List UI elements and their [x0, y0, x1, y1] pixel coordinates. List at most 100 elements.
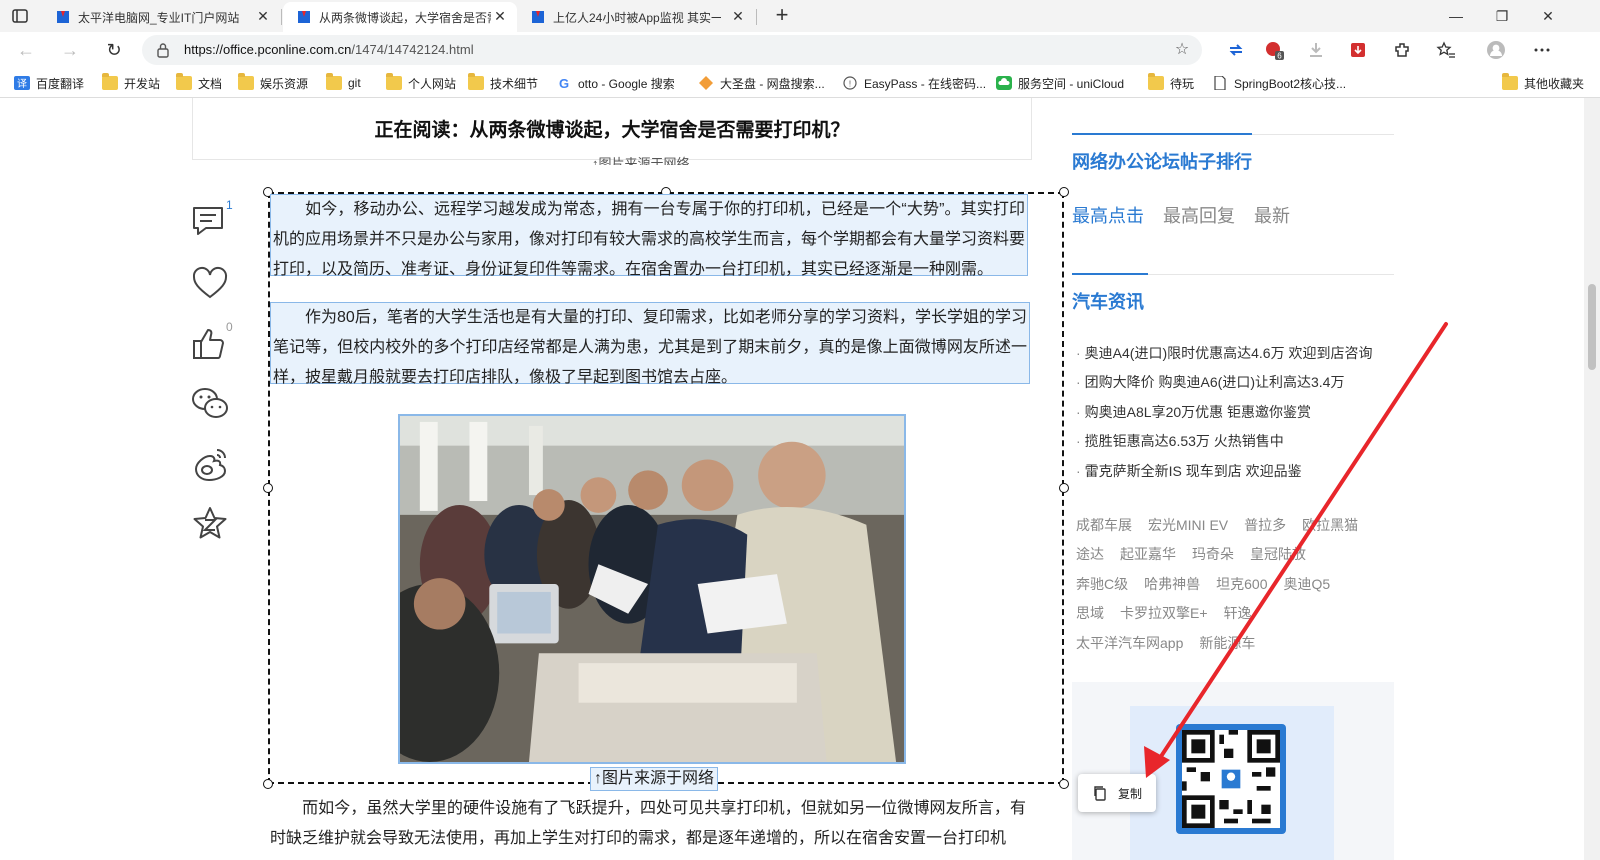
resize-handle-bottom-right[interactable]	[1059, 779, 1069, 789]
download-extension-icon[interactable]	[1306, 40, 1326, 60]
tag-link[interactable]: 新能源车	[1199, 633, 1255, 653]
resize-handle-top-right[interactable]	[1059, 187, 1069, 197]
tag-link[interactable]: 奥迪Q5	[1283, 574, 1330, 594]
favorite-heart-button[interactable]	[190, 264, 234, 308]
tag-link[interactable]: 欧拉黑猫	[1302, 515, 1358, 535]
reading-now-bar: 正在阅读：从两条微博谈起，大学宿舍是否需要打印机？	[192, 98, 1032, 160]
tag-link[interactable]: 坦克600	[1216, 574, 1267, 594]
tag-link[interactable]: 成都车展	[1076, 515, 1132, 535]
tag-row: 思域 卡罗拉双擎E+ 轩逸	[1076, 599, 1396, 629]
bookmark-folder-docs[interactable]: 文档	[176, 73, 222, 92]
bookmarks-bar: 译百度翻译 开发站 文档 娱乐资源 git 个人网站 技术细节 Gotto - …	[0, 68, 1600, 98]
bookmark-label: 百度翻译	[36, 76, 85, 91]
forum-ranking-title: 网络办公论坛帖子排行	[1072, 152, 1252, 172]
tab-most-clicked[interactable]: 最高点击	[1072, 206, 1144, 226]
back-icon[interactable]: ←	[16, 40, 36, 60]
bookmark-label: otto - Google 搜索	[578, 76, 675, 91]
minimize-icon[interactable]: —	[1446, 6, 1466, 26]
bookmark-google-search[interactable]: Gotto - Google 搜索	[556, 74, 675, 92]
tag-link[interactable]: 普拉多	[1244, 515, 1286, 535]
save-extension-icon[interactable]	[1348, 40, 1368, 60]
like-button[interactable]: 0	[190, 320, 234, 368]
sync-extension-icon[interactable]	[1226, 40, 1246, 60]
bookmark-folder-dev[interactable]: 开发站	[102, 73, 160, 92]
resize-handle-left[interactable]	[263, 483, 273, 493]
tag-link[interactable]: 玛奇朵	[1192, 544, 1234, 564]
news-link[interactable]: 雷克萨斯全新IS 现车到店 欢迎品鉴	[1076, 456, 1396, 486]
news-link[interactable]: 购奥迪A8L享20万优惠 钜惠邀你鉴赏	[1076, 397, 1396, 427]
forward-icon[interactable]: →	[60, 40, 80, 60]
scrollbar-thumb[interactable]	[1588, 284, 1596, 370]
tag-link[interactable]: 卡罗拉双擎E+	[1120, 603, 1208, 623]
tag-link[interactable]: 轩逸	[1224, 603, 1252, 623]
pconline-favicon-icon	[298, 11, 310, 23]
tab-latest[interactable]: 最新	[1254, 206, 1290, 226]
bookmark-folder-git[interactable]: git	[326, 73, 361, 92]
resize-handle-right[interactable]	[1059, 483, 1069, 493]
bookmark-folder-tech-details[interactable]: 技术细节	[468, 73, 538, 92]
share-qzone-button[interactable]	[190, 504, 234, 548]
bookmark-springboot[interactable]: SpringBoot2核心技...	[1212, 74, 1346, 92]
tag-link[interactable]: 皇冠陆放	[1250, 544, 1306, 564]
url-text: https://office.pconline.com.cn/1474/1474…	[184, 42, 474, 57]
tab-actions-icon[interactable]	[10, 6, 30, 26]
copy-label: 复制	[1118, 786, 1143, 801]
bookmark-unicloud[interactable]: 服务空间 - uniCloud	[996, 74, 1124, 92]
dashengpan-icon	[699, 76, 713, 90]
tab-most-replied[interactable]: 最高回复	[1163, 206, 1235, 226]
news-link[interactable]: 团购大降价 购奥迪A6(进口)让利高达3.4万	[1076, 368, 1396, 398]
url-path: /1474/14742124.html	[351, 42, 474, 57]
more-menu-icon[interactable]	[1532, 40, 1552, 60]
bookmark-folder-personal-site[interactable]: 个人网站	[386, 73, 456, 92]
tag-link[interactable]: 奔驰C级	[1076, 574, 1128, 594]
web-page: 正在阅读：从两条微博谈起，大学宿舍是否需要打印机？ ↑图片来源于网络 1 0 如…	[0, 98, 1584, 860]
svg-text:!: !	[849, 80, 851, 89]
add-favorite-icon[interactable]: ☆	[1172, 40, 1192, 60]
profile-avatar-icon[interactable]	[1486, 40, 1506, 60]
close-tab-icon[interactable]: ✕	[731, 9, 745, 23]
bookmark-baidu-translate[interactable]: 译百度翻译	[14, 74, 84, 92]
folder-icon	[1148, 73, 1164, 90]
tag-link[interactable]: 思域	[1076, 603, 1104, 623]
tab-app-monitor[interactable]: 上亿人24小时被App监视 其实一直… ✕	[517, 2, 755, 32]
tag-link[interactable]: 途达	[1076, 544, 1104, 564]
copy-button[interactable]: 复制	[1078, 774, 1156, 812]
news-link[interactable]: 奥迪A4(进口)限时优惠高达4.6万 欢迎到店咨询	[1076, 338, 1396, 368]
tag-link[interactable]: 起亚嘉华	[1120, 544, 1176, 564]
address-bar[interactable]: https://office.pconline.com.cn/1474/1474…	[142, 35, 1202, 65]
tag-link[interactable]: 哈弗神兽	[1144, 574, 1200, 594]
refresh-icon[interactable]: ↻	[104, 40, 124, 60]
easypass-icon: !	[843, 76, 857, 90]
page-scrollbar[interactable]	[1584, 98, 1600, 860]
qzone-star-icon	[193, 507, 227, 539]
resize-handle-bottom-left[interactable]	[263, 779, 273, 789]
bookmark-other-favorites[interactable]: 其他收藏夹	[1502, 73, 1584, 92]
tab-article-active[interactable]: 从两条微博谈起，大学宿舍是否需要打印机？ ✕	[283, 2, 517, 32]
folder-icon	[176, 73, 192, 90]
close-window-icon[interactable]: ✕	[1538, 6, 1558, 26]
tab-pconline-home[interactable]: 太平洋电脑网_专业IT门户网站 ✕	[42, 2, 280, 32]
adblock-extension-icon[interactable]: 6	[1264, 40, 1284, 61]
bookmark-folder-to-play[interactable]: 待玩	[1148, 73, 1194, 92]
tag-link[interactable]: 太平洋汽车网app	[1076, 633, 1183, 653]
extensions-icon[interactable]	[1392, 40, 1412, 60]
copy-icon	[1094, 786, 1106, 801]
new-tab-button[interactable]: +	[770, 4, 794, 28]
share-weibo-button[interactable]	[190, 444, 234, 488]
app-qr-promo	[1072, 682, 1394, 860]
folder-icon	[238, 73, 254, 90]
restore-icon[interactable]: ❐	[1492, 6, 1512, 26]
share-wechat-button[interactable]	[190, 384, 234, 428]
bookmark-folder-entertainment[interactable]: 娱乐资源	[238, 73, 308, 92]
bookmark-easypass[interactable]: ! EasyPass - 在线密码...	[842, 74, 986, 92]
close-tab-icon[interactable]: ✕	[256, 9, 270, 23]
close-tab-icon[interactable]: ✕	[493, 9, 507, 23]
thumbs-up-icon	[193, 329, 224, 359]
comment-button[interactable]: 1	[190, 198, 234, 246]
news-link[interactable]: 揽胜钜惠高达6.53万 火热销售中	[1076, 427, 1396, 457]
lock-icon	[157, 43, 169, 58]
favorites-icon[interactable]	[1436, 40, 1456, 60]
tag-link[interactable]: 宏光MINI EV	[1148, 515, 1228, 535]
forum-ranking-tabs: 最高点击 最高回复 最新	[1072, 202, 1304, 228]
bookmark-dashengpan[interactable]: 大圣盘 - 网盘搜索...	[698, 74, 825, 92]
